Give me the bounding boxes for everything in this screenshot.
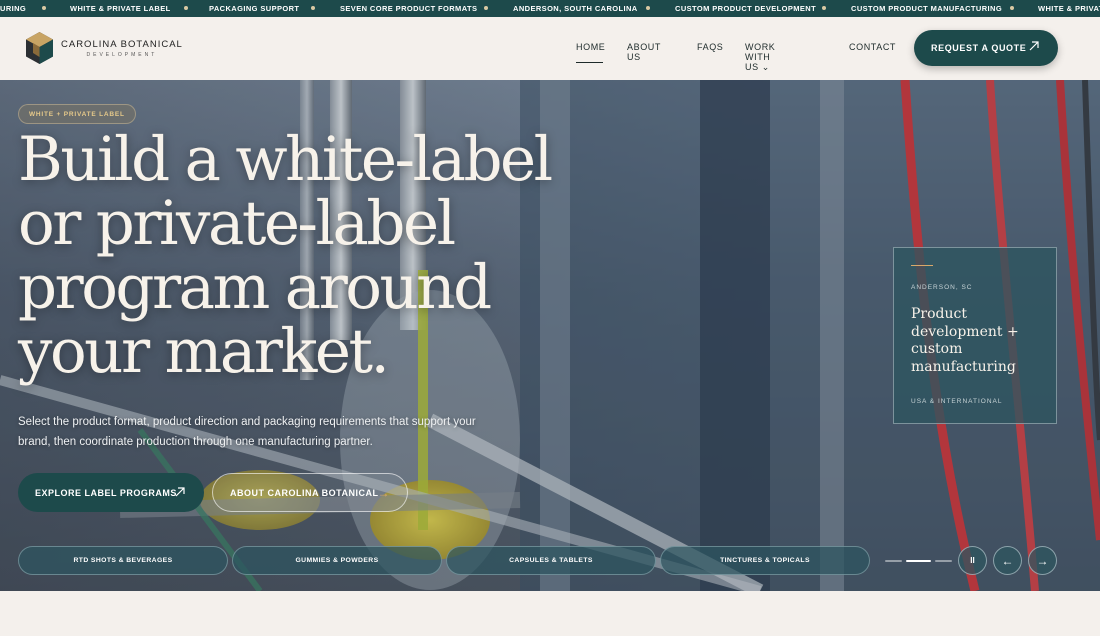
ticker-item: CUSTOM PRODUCT MANUFACTURING xyxy=(851,4,1003,13)
hero-section: WHITE + PRIVATE LABEL Build a white-labe… xyxy=(0,80,1100,591)
card-title: Product development + custom manufacturi… xyxy=(911,306,1019,375)
ticker-dot-icon xyxy=(184,6,188,10)
hero-subtext: Select the product format, product direc… xyxy=(18,416,476,448)
nav-faqs[interactable]: FAQS xyxy=(697,42,723,52)
announcement-ticker: URING WHITE & PRIVATE LABEL PACKAGING SU… xyxy=(0,0,1100,17)
about-carolina-botanical-label: ABOUT CAROLINA BOTANICAL xyxy=(230,487,379,498)
nav-work-with-us[interactable]: WORK WITH US ⌄ xyxy=(745,42,775,73)
ticker-item: PACKAGING SUPPORT xyxy=(209,4,300,13)
hero-eyebrow-badge: WHITE + PRIVATE LABEL xyxy=(18,104,136,124)
request-quote-button[interactable]: REQUEST A QUOTE xyxy=(914,30,1058,66)
card-location: ANDERSON, SC xyxy=(911,284,973,291)
ticker-dot-icon xyxy=(311,6,315,10)
nav-contact[interactable]: CONTACT xyxy=(849,42,896,52)
category-capsules-tablets[interactable]: CAPSULES & TABLETS xyxy=(446,546,656,575)
hero-headline: Build a white-label or private-label pro… xyxy=(18,124,553,387)
slide-indicator-active[interactable] xyxy=(906,560,931,562)
category-rtd-shots-beverages[interactable]: RTD SHOTS & BEVERAGES xyxy=(18,546,228,575)
logo-subtitle: DEVELOPMENT xyxy=(86,51,158,58)
ticker-dot-icon xyxy=(484,6,488,10)
arrow-right-icon: → xyxy=(377,486,390,500)
pause-icon: II xyxy=(970,556,975,565)
card-footer: USA & INTERNATIONAL xyxy=(911,398,1003,405)
card-accent-line xyxy=(911,265,933,266)
ticker-dot-icon xyxy=(42,6,46,10)
brand-logo[interactable]: CAROLINA BOTANICAL DEVELOPMENT xyxy=(24,31,183,65)
category-gummies-powders[interactable]: GUMMIES & POWDERS xyxy=(232,546,442,575)
ticker-dot-icon xyxy=(822,6,826,10)
next-slide-button[interactable]: → xyxy=(1028,546,1057,575)
location-card: ANDERSON, SC Product development + custo… xyxy=(893,247,1057,424)
arrow-up-right-icon xyxy=(175,487,185,497)
previous-slide-button[interactable]: ← xyxy=(993,546,1022,575)
slide-indicator[interactable] xyxy=(935,560,952,562)
nav-active-indicator xyxy=(576,62,603,63)
ticker-item: WHITE & PRIVAT xyxy=(1038,4,1100,13)
explore-label-programs-button[interactable]: EXPLORE LABEL PROGRAMS xyxy=(18,473,204,512)
ticker-item: URING xyxy=(0,4,27,13)
request-quote-label: REQUEST A QUOTE xyxy=(931,43,1027,53)
pause-button[interactable]: II xyxy=(958,546,987,575)
category-tinctures-topicals[interactable]: TINCTURES & TOPICALS xyxy=(660,546,870,575)
logo-name: CAROLINA BOTANICAL xyxy=(61,38,183,50)
ticker-dot-icon xyxy=(1010,6,1014,10)
arrow-up-right-icon xyxy=(1029,41,1039,51)
ticker-item: CUSTOM PRODUCT DEVELOPMENT xyxy=(675,4,817,13)
site-header: CAROLINA BOTANICAL DEVELOPMENT HOME ABOU… xyxy=(0,17,1100,80)
ticker-item: WHITE & PRIVATE LABEL xyxy=(70,4,171,13)
about-carolina-botanical-button[interactable]: ABOUT CAROLINA BOTANICAL → xyxy=(212,473,408,512)
explore-label-programs-label: EXPLORE LABEL PROGRAMS xyxy=(35,487,177,498)
ticker-item: ANDERSON, SOUTH CAROLINA xyxy=(513,4,638,13)
ticker-dot-icon xyxy=(646,6,650,10)
nav-about-us[interactable]: ABOUT US xyxy=(627,42,661,62)
ticker-item: SEVEN CORE PRODUCT FORMATS xyxy=(340,4,478,13)
slide-indicator[interactable] xyxy=(885,560,902,562)
logo-hexagon-icon xyxy=(26,32,53,64)
below-hero-section xyxy=(0,591,1100,636)
arrow-left-icon: ← xyxy=(1001,553,1014,568)
nav-home[interactable]: HOME xyxy=(576,42,605,52)
arrow-right-icon: → xyxy=(1036,553,1049,568)
